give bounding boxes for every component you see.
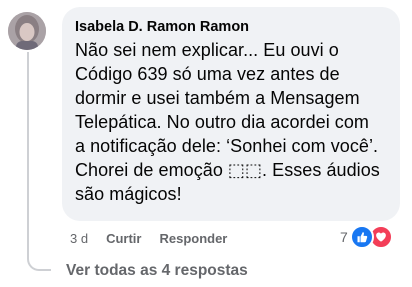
reaction-summary[interactable]: 7: [340, 225, 393, 249]
avatar-image: [8, 12, 46, 50]
comment-actions: 3 d Curtir Responder: [70, 229, 227, 247]
comment-author[interactable]: Isabela D. Ramon Ramon: [75, 18, 388, 36]
avatar[interactable]: [8, 12, 46, 50]
comment-container: Isabela D. Ramon Ramon Não sei nem expli…: [0, 0, 412, 287]
view-all-replies-link[interactable]: Ver todas as 4 respostas: [66, 262, 248, 280]
like-button[interactable]: Curtir: [106, 231, 141, 246]
thread-connector-line: [27, 52, 51, 271]
reaction-count: 7: [340, 229, 348, 245]
comment-timestamp[interactable]: 3 d: [70, 231, 88, 246]
like-icon: [349, 225, 374, 249]
reply-button[interactable]: Responder: [159, 231, 227, 246]
comment-bubble: Isabela D. Ramon Ramon Não sei nem expli…: [62, 7, 400, 221]
comment-text: Não sei nem explicar... Eu ouvi o Código…: [75, 40, 380, 204]
